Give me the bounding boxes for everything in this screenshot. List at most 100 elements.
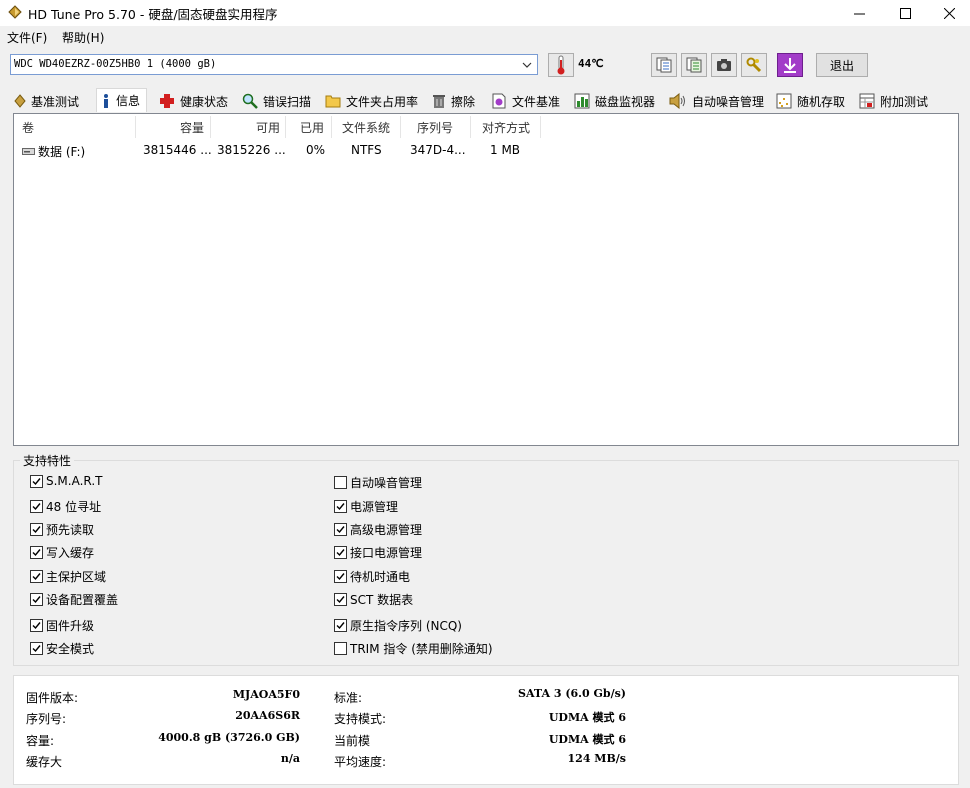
bar-chart-icon: [574, 93, 590, 109]
download-arrow-icon: [784, 58, 796, 73]
tab-folder-usage[interactable]: 文件夹占用率: [325, 90, 418, 112]
feature-checkbox[interactable]: 设备配置覆盖: [30, 591, 118, 608]
tab-label: 错误扫描: [263, 94, 312, 109]
column-separator[interactable]: [285, 116, 286, 138]
tab-acoustic[interactable]: 自动噪音管理: [669, 90, 764, 112]
menu-file[interactable]: 文件(F): [7, 29, 47, 46]
feature-checkbox[interactable]: S.M.A.R.T: [30, 474, 102, 488]
column-header-volume[interactable]: 卷: [22, 119, 34, 136]
cell-serial: 347D-4...: [410, 143, 466, 157]
app-icon: [8, 5, 22, 19]
column-separator[interactable]: [400, 116, 401, 138]
average-speed-label: 平均速度:: [334, 755, 387, 769]
feature-checkbox[interactable]: 待机时通电: [334, 568, 410, 585]
feature-checkbox[interactable]: 48 位寻址: [30, 498, 101, 515]
copy-all-button[interactable]: [681, 53, 707, 77]
camera-icon: [717, 59, 731, 71]
current-mode-label: 当前模: [334, 734, 371, 748]
feature-label: TRIM 指令 (禁用删除通知): [350, 642, 493, 656]
menu-help[interactable]: 帮助(H): [62, 29, 104, 46]
cell-capacity: 3815446 ...: [143, 143, 212, 157]
feature-checkbox[interactable]: 高级电源管理: [334, 521, 422, 538]
tab-erase[interactable]: 擦除: [432, 90, 475, 112]
tab-file-benchmark[interactable]: 文件基准: [491, 90, 560, 112]
checkbox-unchecked-icon[interactable]: [334, 476, 347, 489]
column-header-available[interactable]: 可用: [256, 119, 280, 136]
column-separator[interactable]: [470, 116, 471, 138]
checkbox-checked-icon[interactable]: [30, 570, 43, 583]
tab-info[interactable]: 信息: [96, 88, 148, 112]
close-icon: [943, 7, 955, 19]
window-title: HD Tune Pro 5.70 - 硬盘/固态硬盘实用程序: [28, 7, 278, 22]
feature-label: 自动噪音管理: [350, 476, 423, 490]
column-header-capacity[interactable]: 容量: [180, 119, 204, 136]
checkbox-checked-icon[interactable]: [30, 619, 43, 632]
checkbox-checked-icon[interactable]: [334, 500, 347, 513]
tab-error-scan[interactable]: 错误扫描: [242, 90, 311, 112]
checkbox-checked-icon[interactable]: [334, 546, 347, 559]
serial-label: 序列号:: [26, 712, 67, 726]
feature-checkbox[interactable]: TRIM 指令 (禁用删除通知): [334, 640, 493, 657]
column-header-alignment[interactable]: 对齐方式: [482, 119, 530, 136]
close-button[interactable]: [926, 0, 970, 26]
thermometer-icon: [557, 55, 565, 75]
feature-checkbox[interactable]: 预先读取: [30, 521, 94, 538]
column-separator[interactable]: [135, 116, 136, 138]
tab-disk-monitor[interactable]: 磁盘监视器: [574, 90, 655, 112]
feature-checkbox[interactable]: 自动噪音管理: [334, 474, 422, 491]
feature-checkbox[interactable]: SCT 数据表: [334, 591, 413, 608]
checkbox-checked-icon[interactable]: [334, 523, 347, 536]
tab-benchmark[interactable]: 基准测试: [14, 90, 79, 112]
tab-bar: 基准测试 信息 健康状态 错误扫描 文件夹占用率 擦除 文件基准 磁盘监视器 自…: [0, 88, 970, 112]
checkbox-unchecked-icon[interactable]: [334, 642, 347, 655]
feature-checkbox[interactable]: 固件升级: [30, 617, 94, 634]
title-bar: HD Tune Pro 5.70 - 硬盘/固态硬盘实用程序: [0, 0, 970, 26]
drive-select[interactable]: WDC WD40EZRZ-00Z5HB0 1 (4000 gB): [10, 54, 538, 75]
tab-label: 自动噪音管理: [692, 94, 765, 109]
checkbox-checked-icon[interactable]: [30, 642, 43, 655]
column-separator[interactable]: [210, 116, 211, 138]
supported-mode-value: UDMA 模式 6: [548, 711, 626, 724]
tab-label: 基准测试: [31, 94, 80, 109]
checkbox-checked-icon[interactable]: [30, 523, 43, 536]
chevron-down-icon: [522, 62, 532, 68]
cache-label: 缓存大: [26, 755, 63, 769]
file-benchmark-icon: [492, 93, 506, 109]
column-separator[interactable]: [540, 116, 541, 138]
temperature-button[interactable]: [548, 53, 574, 77]
checkbox-checked-icon[interactable]: [334, 619, 347, 632]
checkbox-checked-icon[interactable]: [30, 500, 43, 513]
column-header-filesystem[interactable]: 文件系统: [342, 119, 390, 136]
feature-label: 安全模式: [46, 642, 95, 656]
features-group: [13, 460, 959, 666]
feature-checkbox[interactable]: 原生指令序列 (NCQ): [334, 617, 462, 634]
column-separator[interactable]: [331, 116, 332, 138]
maximize-button[interactable]: [882, 0, 928, 26]
capacity-label: 容量:: [26, 734, 55, 748]
volume-list[interactable]: 卷 容量 可用 已用 文件系统 序列号 对齐方式 数据 (F:) 3815446…: [13, 113, 959, 446]
checkbox-checked-icon[interactable]: [30, 546, 43, 559]
checkbox-checked-icon[interactable]: [334, 570, 347, 583]
feature-checkbox[interactable]: 安全模式: [30, 640, 94, 657]
tab-random-access[interactable]: 随机存取: [776, 90, 845, 112]
tab-label: 附加测试: [880, 94, 929, 109]
checkbox-checked-icon[interactable]: [334, 593, 347, 606]
exit-button[interactable]: 退出: [816, 53, 868, 77]
download-button[interactable]: [777, 53, 803, 77]
checkbox-checked-icon[interactable]: [30, 474, 43, 488]
feature-checkbox[interactable]: 接口电源管理: [334, 544, 422, 561]
feature-label: 主保护区域: [46, 570, 107, 584]
feature-checkbox[interactable]: 主保护区域: [30, 568, 106, 585]
options-button[interactable]: [741, 53, 767, 77]
feature-checkbox[interactable]: 写入缓存: [30, 544, 94, 561]
tab-health[interactable]: 健康状态: [159, 90, 228, 112]
column-header-serial[interactable]: 序列号: [417, 119, 453, 136]
screenshot-button[interactable]: [711, 53, 737, 77]
copy-info-button[interactable]: [651, 53, 677, 77]
checkbox-checked-icon[interactable]: [30, 593, 43, 606]
tab-extra-tests[interactable]: 附加测试: [859, 90, 928, 112]
minimize-button[interactable]: [836, 0, 882, 26]
cell-alignment: 1 MB: [490, 143, 521, 157]
column-header-used[interactable]: 已用: [300, 119, 324, 136]
feature-checkbox[interactable]: 电源管理: [334, 498, 398, 515]
